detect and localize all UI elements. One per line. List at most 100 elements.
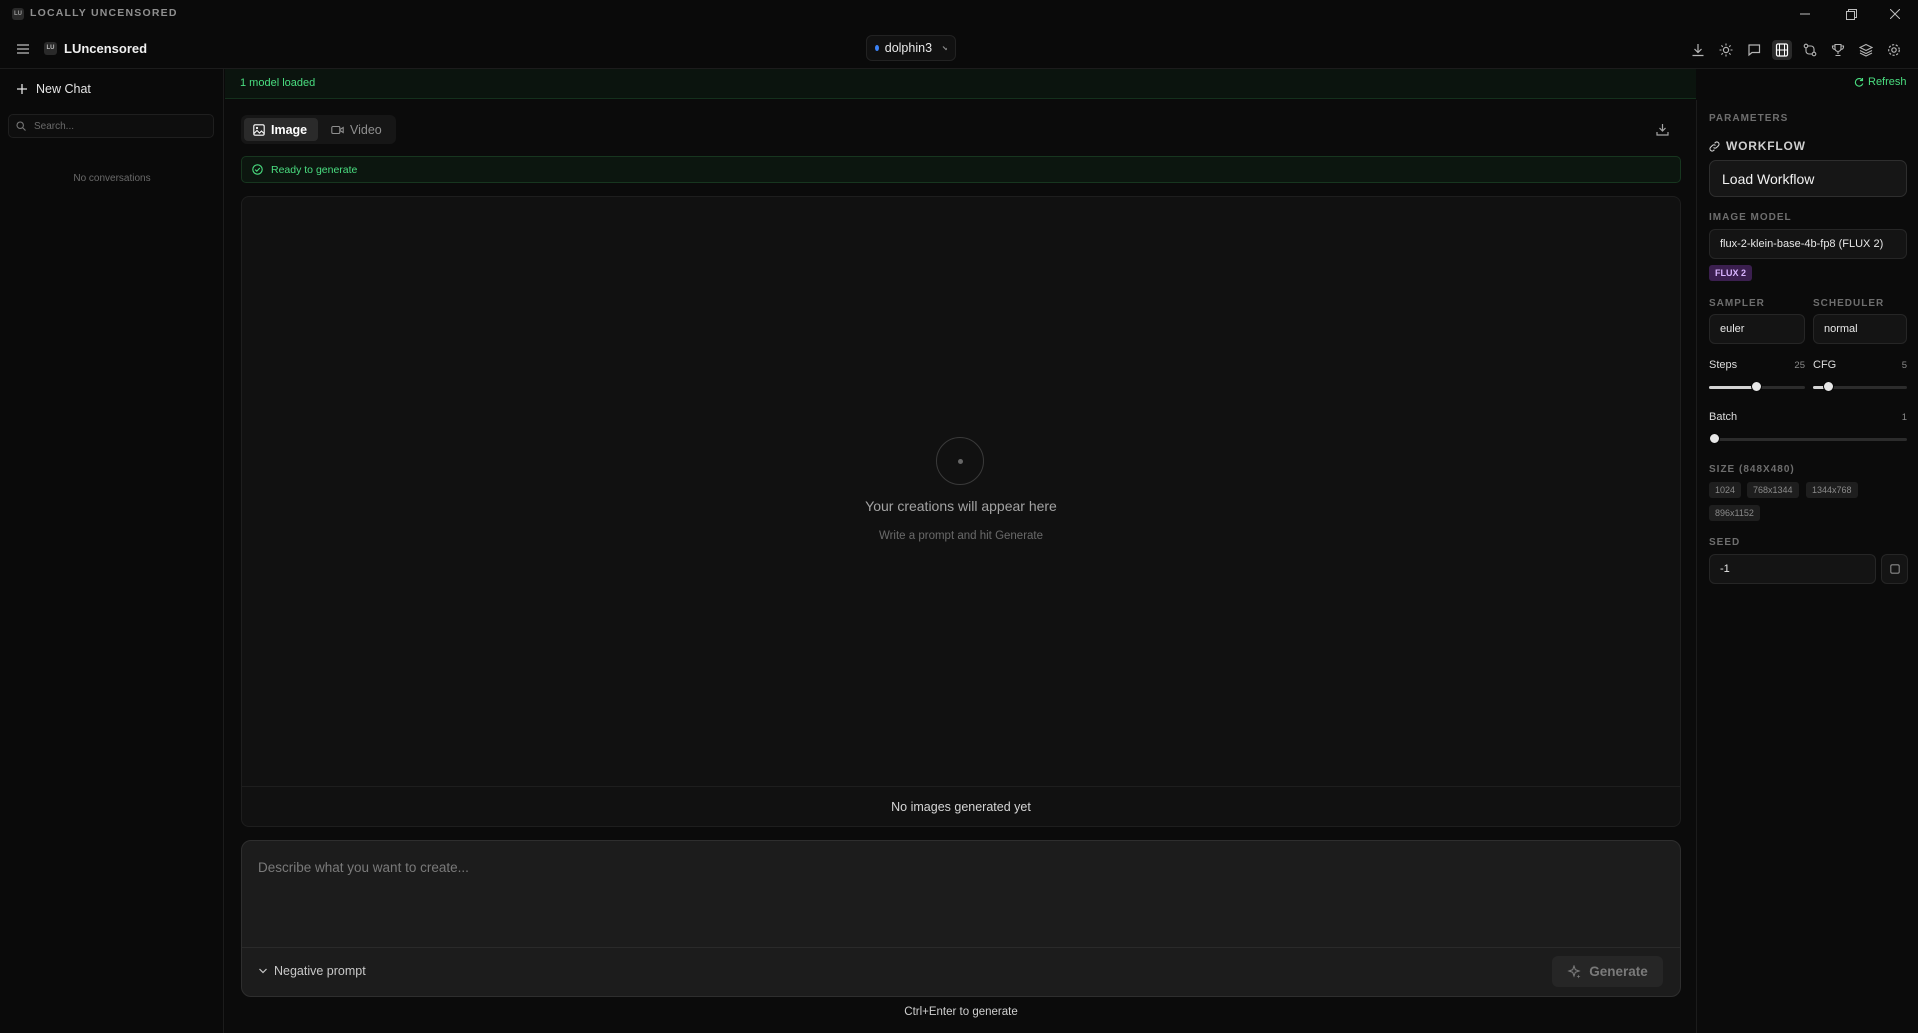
empty-conversations-text: No conversations: [73, 173, 151, 184]
size-preset-chip[interactable]: 896x1152: [1709, 505, 1760, 521]
parameters-title: PARAMETERS: [1709, 113, 1789, 124]
cfg-value: 5: [1901, 360, 1907, 371]
model-status-text: 1 model loaded: [240, 77, 316, 89]
model-status-dot: [875, 45, 879, 51]
ready-status: Ready to generate: [241, 156, 1681, 183]
chevron-down-icon: [942, 46, 947, 51]
sidebar: [0, 69, 224, 1033]
tab-image[interactable]: Image: [244, 118, 318, 141]
workflow-label: WORKFLOW: [1726, 139, 1806, 153]
restore-button[interactable]: [1828, 0, 1874, 28]
close-icon: [1890, 9, 1900, 19]
negative-prompt-toggle[interactable]: Negative prompt: [258, 964, 366, 978]
minimize-button[interactable]: [1782, 0, 1828, 28]
trophy-icon: [1831, 43, 1845, 57]
new-chat-label: New Chat: [36, 82, 91, 96]
load-workflow-button[interactable]: Load Workflow: [1709, 160, 1907, 197]
prompt-divider: [242, 947, 1680, 948]
sparkles-icon: [1567, 964, 1581, 978]
benchmark-button[interactable]: [1828, 40, 1848, 60]
brand-logo-icon: LU: [44, 42, 57, 55]
negative-prompt-label: Negative prompt: [274, 964, 366, 978]
sampler-select[interactable]: euler: [1709, 314, 1805, 344]
chat-mode-button[interactable]: [1744, 40, 1764, 60]
tab-image-label: Image: [271, 122, 308, 137]
size-preset-chip[interactable]: 1024: [1709, 482, 1742, 498]
brand-name: LUncensored: [64, 41, 148, 56]
prompt-input[interactable]: [256, 858, 1656, 948]
model-selector[interactable]: dolphin3: [866, 35, 956, 61]
dice-icon: [1889, 564, 1900, 574]
cfg-label: CFG: [1813, 359, 1837, 371]
image-icon: [253, 123, 265, 136]
gallery-footer: No images generated yet: [242, 786, 1680, 826]
steps-slider-fill: [1709, 386, 1756, 389]
gear-icon: [1888, 44, 1900, 56]
link-icon: [1709, 140, 1720, 152]
search-icon: [16, 121, 26, 131]
scheduler-select[interactable]: normal: [1813, 314, 1907, 344]
plus-icon: [17, 84, 27, 94]
image-model-label: IMAGE MODEL: [1709, 212, 1792, 223]
check-circle-icon: [252, 164, 263, 175]
generate-label: Generate: [1589, 964, 1648, 979]
menu-button[interactable]: [14, 40, 32, 58]
steps-slider[interactable]: [1709, 381, 1805, 392]
app-logo-icon: LU: [12, 8, 24, 20]
close-window-button[interactable]: [1872, 0, 1918, 28]
empty-state-title: Your creations will appear here: [865, 498, 1057, 514]
conversation-search[interactable]: [8, 114, 214, 138]
cfg-slider-thumb[interactable]: [1823, 381, 1834, 392]
steps-value: 25: [1794, 360, 1805, 371]
size-label: SIZE (848X480): [1709, 464, 1795, 475]
workflow-section: WORKFLOW: [1709, 139, 1806, 153]
refresh-icon: [1854, 78, 1864, 87]
export-button[interactable]: [1652, 119, 1672, 139]
video-icon: [331, 125, 344, 134]
empty-state-dot: [958, 459, 963, 464]
model-family-badge: FLUX 2: [1709, 265, 1753, 281]
tab-video[interactable]: Video: [322, 118, 394, 141]
empty-state-subtitle: Write a prompt and hit Generate: [878, 530, 1044, 542]
refresh-button[interactable]: Refresh: [1854, 76, 1907, 88]
restore-icon: [1845, 8, 1857, 20]
minimize-icon: [1800, 13, 1810, 15]
size-preset-chip[interactable]: 768x1344: [1747, 482, 1799, 498]
title-bar: [0, 0, 1918, 28]
model-selector-value: dolphin3: [884, 41, 933, 55]
generate-button[interactable]: Generate: [1552, 956, 1663, 987]
search-input[interactable]: [32, 119, 206, 133]
size-preset-chip[interactable]: 1344x768: [1806, 482, 1858, 498]
seed-input[interactable]: -1: [1709, 554, 1876, 584]
theme-toggle-button[interactable]: [1716, 40, 1736, 60]
cfg-slider[interactable]: [1813, 381, 1907, 392]
scheduler-label: SCHEDULER: [1813, 298, 1885, 309]
sampler-label: SAMPLER: [1709, 298, 1765, 309]
download-icon: [1692, 44, 1704, 57]
chat-icon: [1748, 44, 1761, 57]
download-models-button[interactable]: [1688, 40, 1708, 60]
tab-video-label: Video: [350, 122, 382, 137]
image-model-select[interactable]: flux-2-klein-base-4b-fp8 (FLUX 2): [1709, 229, 1907, 259]
film-icon: [1775, 43, 1789, 57]
ready-status-text: Ready to generate: [271, 163, 358, 176]
hamburger-icon: [17, 44, 29, 54]
new-chat-button[interactable]: New Chat: [16, 82, 91, 96]
compare-icon: [1803, 43, 1817, 57]
batch-value: 1: [1901, 412, 1907, 423]
steps-slider-thumb[interactable]: [1751, 381, 1762, 392]
randomize-seed-button[interactable]: [1881, 554, 1908, 584]
image-studio-button[interactable]: [1772, 40, 1792, 60]
batch-slider-thumb[interactable]: [1709, 433, 1720, 444]
model-status-bar: [225, 69, 1696, 99]
settings-button[interactable]: [1884, 40, 1904, 60]
refresh-label: Refresh: [1868, 76, 1907, 88]
compare-button[interactable]: [1800, 40, 1820, 60]
batch-slider[interactable]: [1709, 433, 1907, 444]
export-icon: [1655, 123, 1669, 136]
layers-button[interactable]: [1856, 40, 1876, 60]
steps-label: Steps: [1709, 359, 1738, 371]
seed-label: SEED: [1709, 537, 1741, 548]
app-header: [0, 28, 1918, 69]
batch-label: Batch: [1709, 411, 1738, 423]
